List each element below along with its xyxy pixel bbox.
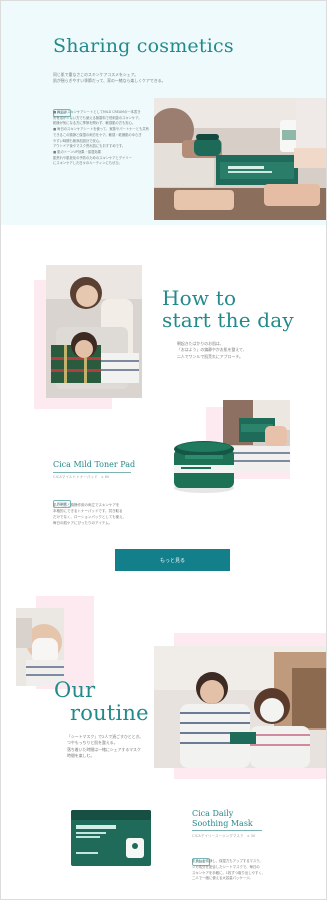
page: Sharing cosmetics 同じ肌で重なさこのスキンケアコスメをシェア。…	[0, 0, 327, 900]
toner-text: 肌の刺激と鎮静作用の両立でスキンケアを 本格的にできるトナーパッドです。拭き取る…	[53, 503, 127, 525]
couple-on-pillow-photo	[46, 265, 142, 398]
mask-name-line1: Cica Daily	[192, 809, 234, 818]
how-title: How to start the day	[162, 287, 294, 331]
routine-title-line1: Our	[54, 678, 96, 702]
pillow-photo-icon	[46, 265, 142, 398]
hero-body: ■ 毎日のスキンケアシートとしてMILD CREAMの一本書き 所有感が少ない方…	[53, 110, 149, 166]
hero-title: Sharing cosmetics	[53, 35, 234, 57]
sheet-mask-couple-photo	[154, 646, 326, 768]
toner-sub: CICAマイルドトナーパッド x 60	[53, 475, 110, 480]
toner-underline	[53, 471, 131, 473]
mask-face-photo	[16, 608, 64, 686]
couple-with-cream-photo	[154, 98, 326, 220]
cosmetics-photo-icon	[154, 98, 326, 220]
routine-text: 「シートマスク」で2人で過ごすひととき。 つやもっちりと肌を整える。 落ち着いた…	[67, 734, 144, 759]
toner-name: Cica Mild Toner Pad	[53, 460, 136, 469]
mask-face-photo-icon	[16, 608, 64, 686]
how-title-line1: How to	[162, 286, 237, 310]
sheet-mask-photo-icon	[154, 646, 326, 768]
routine-title: Our routine	[54, 679, 149, 725]
mask-name: Cica Daily Soothing Mask	[192, 809, 262, 828]
toner-info: Cica Mild Toner Pad CICAマイルドトナーパッド x 60	[53, 460, 135, 479]
mask-info: Cica Daily Soothing Mask CICAデイリースージングマス…	[192, 809, 262, 838]
routine-title-line2: routine	[70, 701, 149, 725]
toner-pad-jar-photo	[171, 435, 237, 495]
how-title-line2: start the day	[162, 308, 294, 332]
toner-jar-icon	[174, 441, 234, 493]
mask-text: 肌荒れを鎮静し、保湿力もアップするマスク。 シカ成分を配合したシートマスクで、毎…	[192, 859, 266, 881]
how-text: 朝起きたばかりのお肌は、 「おはよう」の鎮静やかお肌を整えて、 二人でワンルで肌…	[177, 341, 247, 359]
mask-name-line2: Soothing Mask	[192, 818, 253, 828]
mask-underline	[192, 830, 262, 831]
more-button[interactable]: もっと見る	[115, 549, 230, 571]
mask-box-icon	[71, 810, 151, 866]
mask-sub: CICAデイリースージングマスク x 30	[192, 833, 256, 838]
more-button-label: もっと見る	[159, 557, 185, 564]
hero-lead: 同じ肌で重なさこのスキンケアコスメをシェア。 肌が揺らぎやすい季節だって、家の一…	[53, 72, 166, 84]
soothing-mask-box-photo	[70, 808, 152, 868]
